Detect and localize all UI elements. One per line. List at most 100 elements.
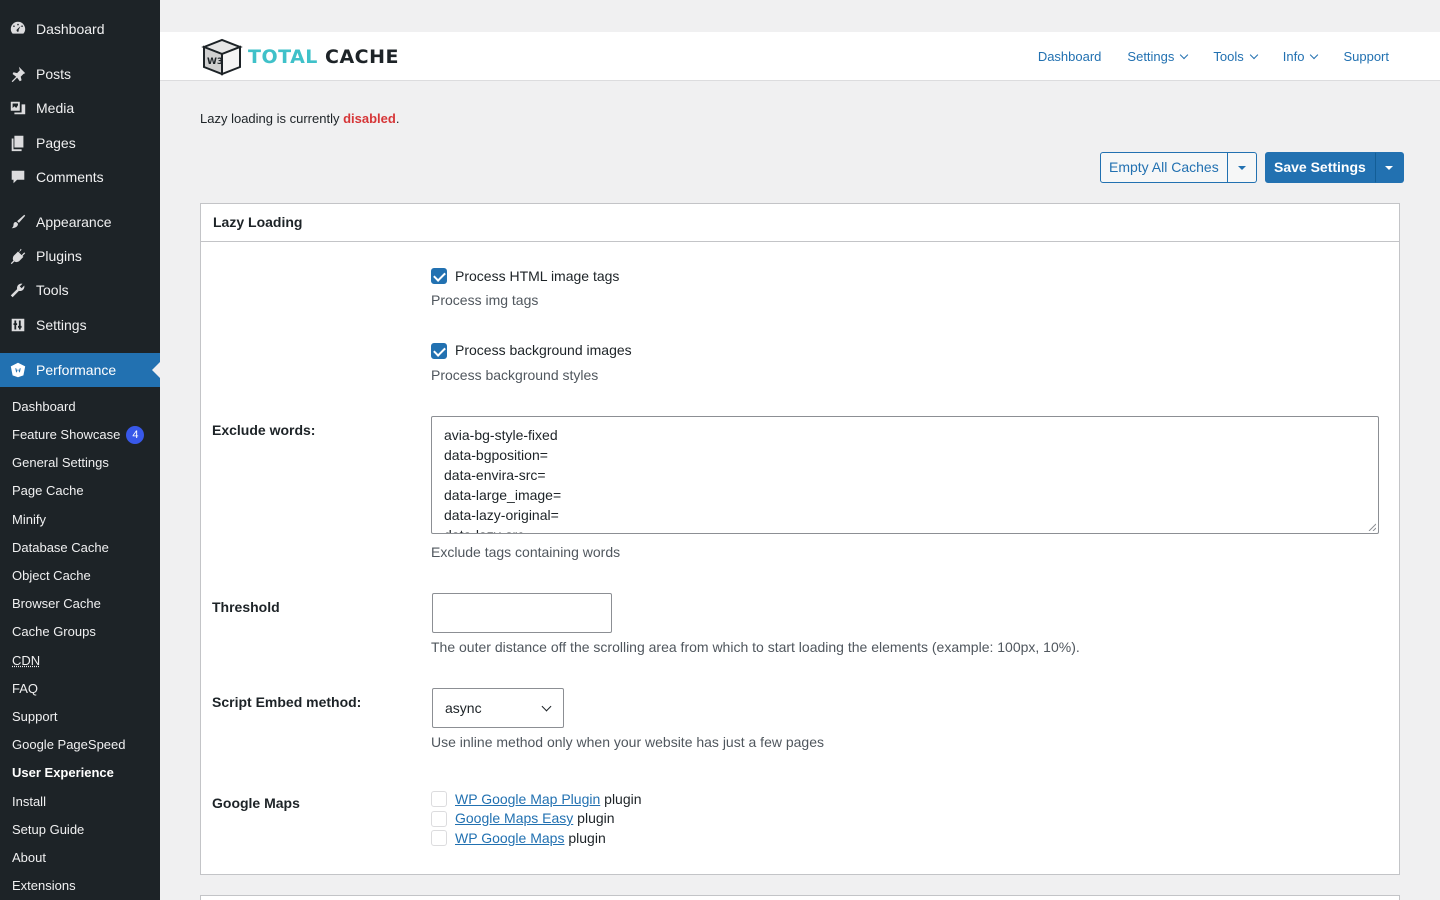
process-html-description: Process img tags [431, 292, 539, 308]
submenu-dashboard[interactable]: Dashboard [12, 397, 76, 417]
nav-dashboard[interactable]: Dashboard [1038, 49, 1102, 64]
submenu-browser-cache[interactable]: Browser Cache [12, 594, 101, 614]
menu-item-posts[interactable]: Posts [0, 57, 160, 91]
chevron-down-icon [1310, 50, 1319, 60]
google-maps-easy-option: Google Maps Easy plugin [455, 810, 615, 826]
submenu-google-pagespeed[interactable]: Google PageSpeed [12, 735, 125, 755]
empty-caches-dropdown-toggle[interactable] [1227, 152, 1257, 183]
exclude-words-textarea[interactable]: avia-bg-style-fixed data-bgposition= dat… [431, 416, 1379, 534]
cube-logo-icon: W3 [201, 38, 243, 76]
submenu-user-experience[interactable]: User Experience [12, 763, 114, 783]
lazy-loading-panel: Lazy Loading Process HTML image tags Pro… [200, 203, 1400, 875]
process-html-checkbox[interactable] [431, 268, 447, 284]
plug-icon [8, 246, 28, 266]
menu-label: Plugins [36, 248, 82, 264]
process-bg-checkbox[interactable] [431, 343, 447, 359]
empty-caches-group: Empty All Caches [1100, 152, 1257, 183]
save-settings-dropdown-toggle[interactable] [1374, 152, 1404, 183]
panel-title: Lazy Loading [201, 204, 1399, 242]
submenu-cache-groups[interactable]: Cache Groups [12, 622, 96, 642]
chevron-down-icon [1249, 50, 1259, 60]
process-html-label: Process HTML image tags [455, 268, 620, 284]
brush-icon [8, 212, 28, 232]
menu-item-plugins[interactable]: Plugins [0, 239, 160, 273]
threshold-input[interactable] [432, 593, 612, 633]
process-bg-label: Process background images [455, 342, 632, 358]
menu-item-pages[interactable]: Pages [0, 126, 160, 160]
top-nav: Dashboard Settings Tools Info Support [1012, 32, 1389, 81]
wrench-icon [8, 280, 28, 300]
status-value: disabled [343, 111, 396, 126]
google-maps-easy-checkbox[interactable] [431, 811, 447, 827]
media-icon [8, 98, 28, 118]
wp-google-map-plugin-option: WP Google Map Plugin plugin [455, 791, 642, 807]
active-arrow [152, 362, 160, 378]
submenu-faq[interactable]: FAQ [12, 679, 38, 699]
menu-item-dashboard[interactable]: Dashboard [0, 12, 160, 46]
wp-google-map-plugin-link[interactable]: WP Google Map Plugin [455, 791, 600, 807]
menu-item-comments[interactable]: Comments [0, 160, 160, 194]
submenu-extensions[interactable]: Extensions [12, 876, 76, 896]
menu-label: Performance [36, 362, 117, 378]
google-maps-easy-link[interactable]: Google Maps Easy [455, 810, 573, 826]
submenu-install[interactable]: Install [12, 792, 46, 812]
menu-label: Dashboard [36, 21, 105, 37]
nav-tools[interactable]: Tools [1213, 49, 1259, 64]
lazy-loading-status: Lazy loading is currently disabled. [200, 111, 400, 126]
caret-down-icon [1385, 165, 1394, 170]
submenu-about[interactable]: About [12, 848, 46, 868]
nav-info[interactable]: Info [1283, 49, 1319, 64]
submenu-general-settings[interactable]: General Settings [12, 453, 109, 473]
next-panel-edge [200, 895, 1400, 900]
wp-google-maps-checkbox[interactable] [431, 830, 447, 846]
svg-text:W3: W3 [207, 57, 223, 67]
plugin-header: W3 TOTAL CACHE Dashboard Settings Tools … [160, 32, 1440, 81]
sliders-icon [8, 315, 28, 335]
menu-item-media[interactable]: Media [0, 91, 160, 125]
exclude-words-label: Exclude words: [212, 422, 316, 438]
menu-label: Media [36, 100, 75, 116]
menu-label: Comments [36, 169, 104, 185]
script-embed-description: Use inline method only when your website… [431, 734, 824, 750]
process-bg-description: Process background styles [431, 367, 599, 383]
count-badge: 4 [126, 426, 145, 444]
chevron-down-icon [541, 701, 552, 712]
submenu-object-cache[interactable]: Object Cache [12, 566, 91, 586]
performance-icon [8, 360, 28, 380]
wp-google-maps-link[interactable]: WP Google Maps [455, 830, 564, 846]
empty-all-caches-button[interactable]: Empty All Caches [1100, 152, 1228, 183]
save-settings-group: Save Settings [1265, 152, 1404, 183]
menu-item-performance[interactable]: Performance [0, 353, 160, 387]
menu-item-appearance[interactable]: Appearance [0, 205, 160, 239]
pages-icon [8, 133, 28, 153]
save-settings-button[interactable]: Save Settings [1265, 152, 1375, 183]
w3-total-cache-logo[interactable]: W3 TOTAL CACHE [200, 36, 399, 78]
submenu-database-cache[interactable]: Database Cache [12, 538, 109, 558]
admin-sidebar: Dashboard Posts Media Pages Comments App… [0, 0, 160, 900]
submenu-minify[interactable]: Minify [12, 510, 46, 530]
submenu-cdn[interactable]: CDN [12, 651, 40, 671]
menu-label: Posts [36, 66, 72, 82]
wp-google-map-plugin-checkbox[interactable] [431, 791, 447, 807]
wp-google-maps-option: WP Google Maps plugin [455, 830, 606, 846]
submenu-page-cache[interactable]: Page Cache [12, 481, 84, 501]
comment-icon [8, 167, 28, 187]
resize-handle-icon[interactable] [1368, 523, 1376, 531]
menu-item-settings[interactable]: Settings [0, 308, 160, 342]
threshold-label: Threshold [212, 599, 280, 615]
menu-label: Tools [36, 282, 69, 298]
exclude-words-description: Exclude tags containing words [431, 544, 621, 560]
script-embed-select[interactable]: async [432, 688, 564, 728]
submenu-support[interactable]: Support [12, 707, 58, 727]
submenu-feature-showcase[interactable]: Feature Showcase 4 [12, 425, 145, 445]
threshold-description: The outer distance off the scrolling are… [431, 639, 1080, 655]
caret-down-icon [1237, 165, 1246, 170]
dashboard-icon [8, 19, 28, 39]
logo-text: TOTAL CACHE [248, 46, 400, 68]
pin-icon [8, 64, 28, 84]
nav-support[interactable]: Support [1343, 49, 1389, 64]
submenu-setup-guide[interactable]: Setup Guide [12, 820, 84, 840]
nav-settings[interactable]: Settings [1127, 49, 1189, 64]
menu-label: Appearance [36, 214, 112, 230]
menu-item-tools[interactable]: Tools [0, 273, 160, 307]
